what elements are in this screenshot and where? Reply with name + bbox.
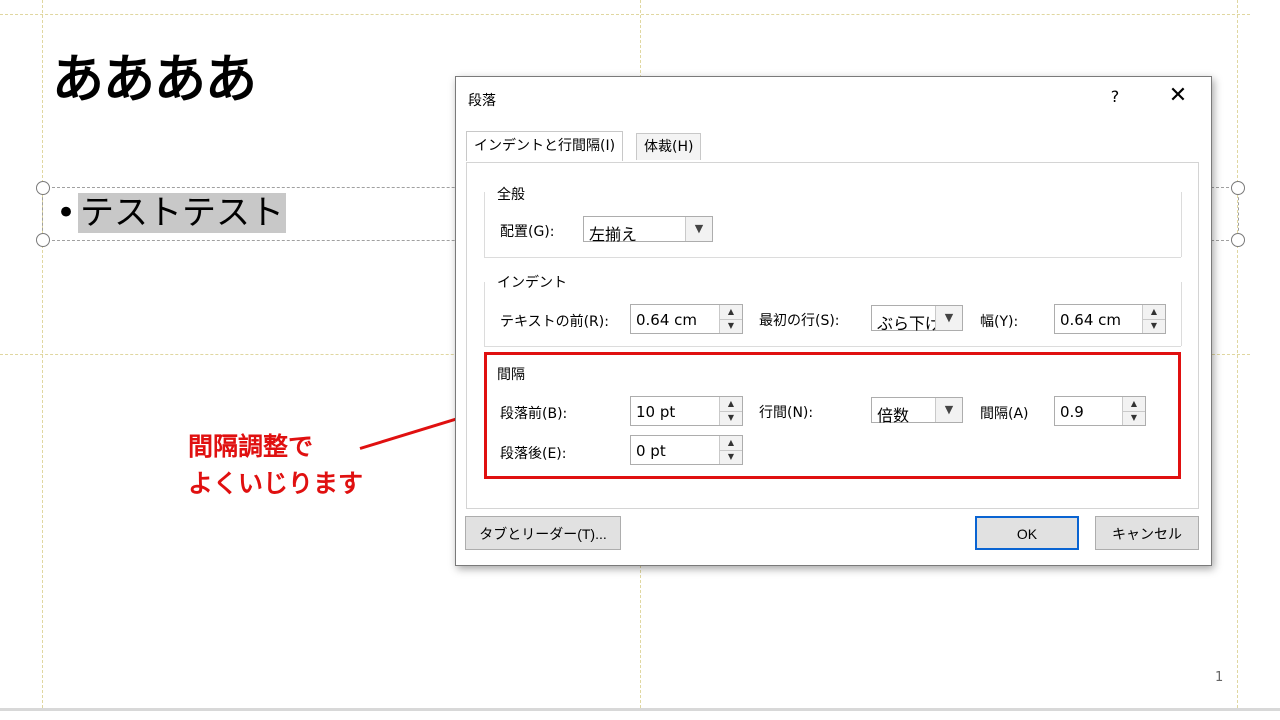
chevron-down-icon[interactable]: ▼	[935, 306, 962, 330]
callout-annotation: 間隔調整で よくいじります	[188, 428, 368, 502]
dialog-titlebar[interactable]: 段落 ? ✕	[456, 77, 1211, 121]
cancel-button[interactable]: キャンセル	[1095, 516, 1199, 550]
alignment-select[interactable]: 左揃え ▼	[583, 216, 713, 244]
resize-handle-top-right[interactable]	[1231, 181, 1245, 195]
by-stepper[interactable]: 0.64 cm ▲ ▼	[1054, 304, 1166, 334]
dialog-title: 段落	[468, 93, 496, 109]
slide-title[interactable]: ああああ	[52, 54, 257, 106]
before-text-value[interactable]: 0.64 cm	[636, 311, 697, 329]
section-indent-bottom	[484, 346, 1181, 347]
spin-up-icon[interactable]: ▲	[1143, 305, 1165, 320]
before-text-label: テキストの前(R):	[500, 314, 609, 330]
spin-up-icon[interactable]: ▲	[720, 305, 742, 320]
before-text-stepper[interactable]: 0.64 cm ▲ ▼	[630, 304, 743, 334]
section-indent-border	[484, 282, 485, 346]
alignment-label: 配置(G):	[500, 224, 555, 240]
help-button[interactable]: ?	[1107, 87, 1123, 106]
resize-handle-bottom-left[interactable]	[36, 233, 50, 247]
guide-line-top	[0, 14, 1250, 15]
tab-typography[interactable]: 体裁(H)	[636, 133, 702, 160]
section-general-title: 全般	[497, 187, 525, 203]
chevron-down-icon[interactable]: ▼	[685, 217, 712, 241]
section-general-bottom	[484, 257, 1181, 258]
bullet-text-selected[interactable]: テストテスト	[78, 193, 286, 233]
callout-line-2: よくいじります	[188, 469, 364, 498]
section-general-border	[484, 192, 485, 257]
by-label: 幅(Y):	[980, 314, 1019, 330]
alignment-value: 左揃え	[589, 225, 638, 244]
first-line-label: 最初の行(S):	[759, 313, 840, 329]
spacing-highlight-box	[484, 352, 1181, 479]
resize-handle-bottom-right[interactable]	[1231, 233, 1245, 247]
close-icon[interactable]: ✕	[1166, 83, 1190, 108]
section-indent-border-right	[1181, 282, 1182, 346]
section-general-border-right	[1181, 192, 1182, 257]
callout-line-1: 間隔調整で	[188, 432, 314, 461]
by-value[interactable]: 0.64 cm	[1060, 311, 1121, 329]
by-spin-buttons[interactable]: ▲ ▼	[1142, 305, 1165, 333]
bullet-marker: •	[56, 193, 77, 233]
ok-button[interactable]: OK	[975, 516, 1079, 550]
first-line-value: ぶら下げ	[877, 314, 942, 333]
spin-down-icon[interactable]: ▼	[1143, 319, 1165, 333]
before-text-spin-buttons[interactable]: ▲ ▼	[719, 305, 742, 333]
spin-down-icon[interactable]: ▼	[720, 319, 742, 333]
bullet-item[interactable]: • テストテスト	[56, 193, 286, 233]
section-indent-title: インデント	[497, 275, 567, 291]
first-line-select[interactable]: ぶら下げ ▼	[871, 305, 963, 333]
tab-indents-and-spacing[interactable]: インデントと行間隔(I)	[466, 131, 624, 161]
resize-handle-top-left[interactable]	[36, 181, 50, 195]
slide-bottom-edge	[0, 708, 1280, 711]
slide-page-number: 1	[1215, 670, 1224, 685]
tabs-and-leaders-button[interactable]: タブとリーダー(T)...	[465, 516, 621, 550]
